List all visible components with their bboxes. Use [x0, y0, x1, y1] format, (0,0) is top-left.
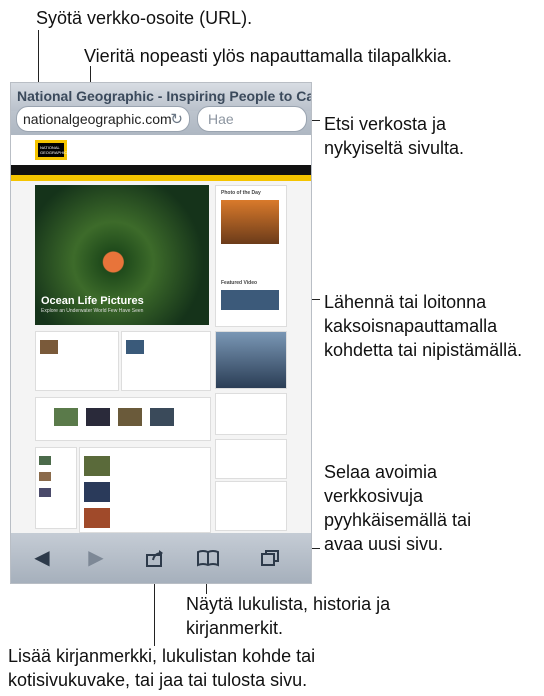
community-thumb-1[interactable] [39, 456, 51, 465]
back-button[interactable]: ◀ [29, 545, 55, 571]
community-panel[interactable] [35, 447, 77, 529]
hero-subtitle: Explore an Underwater World Few Have See… [41, 308, 144, 314]
callout-pages-line3: pyyhkäisemällä tai [324, 510, 472, 530]
photo-of-day-label: Photo of the Day [221, 190, 261, 196]
site-subnav[interactable] [11, 175, 311, 181]
tv-thumb[interactable] [126, 340, 144, 354]
news-thumb[interactable] [40, 340, 58, 354]
pages-icon [261, 550, 279, 566]
callout-zoom: Lähennä tai loitonna kaksoisnapauttamall… [324, 290, 522, 362]
callout-search-line1: Etsi verkosta ja [324, 114, 447, 134]
callout-pages: Selaa avoimia verkkosivuja pyyhkäisemäll… [324, 460, 471, 556]
callout-pages-line2: verkkosivuja [324, 486, 424, 506]
community-thumb-2[interactable] [39, 472, 51, 481]
ipad-screen: National Geographic - Inspiring People t… [10, 82, 312, 584]
site-nav[interactable] [11, 165, 311, 175]
callout-share: Lisää kirjanmerkki, lukulistan kohde tai… [8, 644, 315, 692]
editors-picks-panel[interactable] [79, 447, 211, 533]
pick-thumb-1[interactable] [84, 456, 110, 476]
video-thumb-4[interactable] [150, 408, 174, 426]
forward-button[interactable]: ▶ [83, 545, 109, 571]
callout-search-line2: nykyiseltä sivulta. [324, 138, 465, 158]
book-icon [197, 550, 219, 567]
search-field[interactable]: Hae [197, 106, 307, 132]
share-icon [146, 550, 163, 567]
travel-panel[interactable] [215, 393, 287, 435]
video-strip[interactable] [35, 397, 211, 441]
search-placeholder: Hae [208, 111, 234, 127]
reload-icon[interactable]: ↻ [170, 110, 183, 128]
callout-reading-line2: kirjanmerkit. [186, 618, 284, 638]
callout-zoom-line2: kaksoisnapauttamalla [324, 316, 498, 336]
community-thumb-3[interactable] [39, 488, 51, 497]
callout-zoom-line3: kohdetta tai nipistämällä. [324, 340, 523, 360]
pages-button[interactable] [257, 545, 283, 571]
featured-video-thumb[interactable] [221, 290, 279, 310]
video-thumb-2[interactable] [86, 408, 110, 426]
callout-pages-line1: Selaa avoimia [324, 462, 438, 482]
pick-thumb-2[interactable] [84, 482, 110, 502]
callout-scroll-top: Vieritä nopeasti ylös napauttamalla tila… [84, 46, 452, 66]
in-the-field-panel[interactable] [215, 439, 287, 479]
callout-reading: Näytä lukulista, historia ja kirjanmerki… [186, 592, 390, 640]
callout-share-line2: kotisivukuvake, tai jaa tai tulosta sivu… [8, 670, 308, 690]
zoom-ad-image[interactable] [215, 331, 287, 389]
callout-pages-line4: avaa uusi sivu. [324, 534, 444, 554]
on-tv-panel[interactable] [121, 331, 211, 391]
callout-zoom-line1: Lähennä tai loitonna [324, 292, 487, 312]
address-text: nationalgeographic.com [23, 111, 172, 127]
photo-of-day-image[interactable] [221, 200, 279, 244]
pop-quiz-panel[interactable] [215, 481, 287, 531]
web-content[interactable]: NATIONAL GEOGRAPHIC Ocean Life Pictures … [11, 135, 311, 533]
photo-of-day-panel[interactable]: Photo of the Day Featured Video [215, 185, 287, 327]
callout-share-line1: Lisää kirjanmerkki, lukulistan kohde tai [8, 646, 316, 666]
hero-title[interactable]: Ocean Life Pictures [41, 295, 144, 307]
site-logo-text: NATIONAL GEOGRAPHIC [40, 145, 68, 155]
share-button[interactable] [142, 545, 168, 571]
pick-thumb-3[interactable] [84, 508, 110, 528]
callout-reading-line1: Näytä lukulista, historia ja [186, 594, 391, 614]
address-field[interactable]: nationalgeographic.com ↻ [16, 106, 190, 132]
page-title: National Geographic - Inspiring People t… [17, 88, 311, 104]
site-logo[interactable]: NATIONAL GEOGRAPHIC [35, 140, 67, 160]
site-header: NATIONAL GEOGRAPHIC [11, 135, 311, 165]
video-thumb-3[interactable] [118, 408, 142, 426]
safari-bottom-toolbar: ◀ ▶ [11, 533, 311, 583]
callout-search: Etsi verkosta ja nykyiseltä sivulta. [324, 112, 464, 160]
daily-news-panel[interactable] [35, 331, 119, 391]
callout-url: Syötä verkko-osoite (URL). [36, 8, 253, 28]
featured-video-label: Featured Video [221, 280, 258, 286]
bookmarks-button[interactable] [195, 545, 221, 571]
video-thumb-1[interactable] [54, 408, 78, 426]
